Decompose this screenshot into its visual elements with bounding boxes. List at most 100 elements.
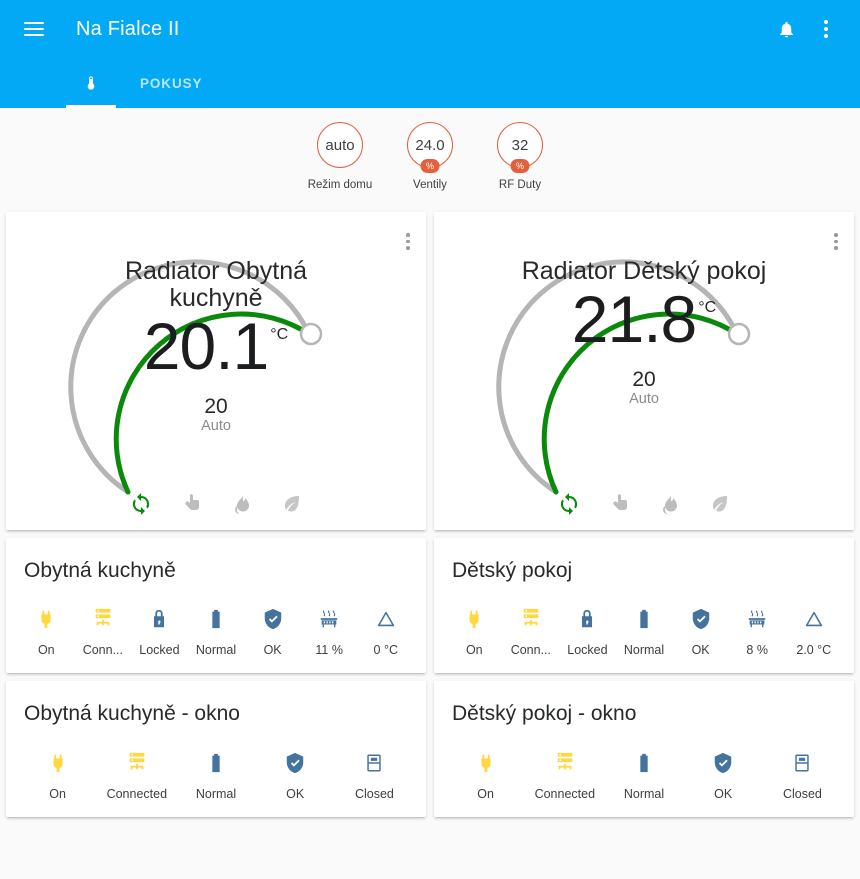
hand-pointing-icon[interactable] [179,492,203,516]
badge-label: RF Duty [498,179,542,191]
glance-item-label: OK [286,786,305,801]
tab-pokusy[interactable]: POKUSY [124,58,218,108]
server-network-icon [98,750,175,776]
power-plug-icon [19,750,96,776]
more-vertical-icon [824,17,828,41]
auto-repeat-icon[interactable] [129,492,153,516]
glance-item-radiator[interactable]: 11 % [301,606,358,657]
hand-pointing-icon[interactable] [607,492,631,516]
notifications-button[interactable] [766,9,806,49]
badge-row: auto Režim domu 24.0 % Ventily 32 % RF D… [0,108,860,212]
glance-item-label: On [465,643,483,658]
battery-icon [617,606,672,632]
badge-label: Ventily [413,179,447,191]
badge-value: 24.0 [415,136,445,154]
power-plug-icon [447,750,524,776]
glance-card-detsky-pokoj-okno: Dětský pokoj - okno On Connected Normal … [434,681,854,817]
badge-rezim-domu[interactable]: auto Režim domu [303,122,377,192]
bell-icon [779,21,793,37]
glance-item-label: Locked [567,643,608,658]
badge-rf-duty[interactable]: 32 % RF Duty [483,122,557,192]
glance-item-label: On [477,786,494,801]
glance-item-battery[interactable]: Normal [176,750,255,801]
app-bar: Na Fialce II POKUSY [0,0,860,108]
tab-pokusy-label: POKUSY [140,75,203,91]
column-right: Radiator Dětský pokoj 21.8 °C 20 Auto Dě… [434,212,854,817]
glance-item-radiator[interactable]: 8 % [729,606,786,657]
glance-item-label: Normal [623,786,665,801]
thermostat-dial[interactable]: Radiator Obytná kuchyně 20.1 °C 20 Auto [66,230,366,495]
thermostat-card-obytna-kuchyne[interactable]: Radiator Obytná kuchyně 20.1 °C 20 Auto [6,212,426,530]
window-closed-icon [336,750,413,776]
glance-item-connection[interactable]: Conn... [503,606,560,657]
glance-item-label: Locked [139,643,180,658]
glance-item-connection[interactable]: Connected [525,750,604,801]
glance-item-delta[interactable]: 0 °C [357,606,414,657]
dial-handle [727,322,751,346]
glance-item-shield[interactable]: OK [244,606,301,657]
glance-item-label: OK [691,643,710,658]
glance-item-power[interactable]: On [18,606,75,657]
dial-handle [299,322,323,346]
glance-item-label: Conn... [82,643,124,658]
glance-item-label: Normal [195,643,237,658]
glance-item-connection[interactable]: Connected [97,750,176,801]
glance-item-shield[interactable]: OK [256,750,335,801]
tab-thermostat[interactable] [58,58,124,108]
glance-card-title: Obytná kuchyně - okno [24,702,240,726]
glance-items: On Connected Normal OK Closed [446,750,842,801]
hamburger-menu-button[interactable] [14,9,54,49]
lock-icon [132,606,187,632]
thermostat-card-detsky-pokoj[interactable]: Radiator Dětský pokoj 21.8 °C 20 Auto [434,212,854,530]
overflow-menu-button[interactable] [806,9,846,49]
dial-arc [496,259,751,495]
glance-items: On Conn... Locked [18,606,414,657]
glance-item-label: 11 % [315,643,343,658]
glance-item-window[interactable]: Closed [335,750,414,801]
tab-bar: POKUSY [0,58,860,108]
leaf-icon[interactable] [707,492,731,516]
glance-item-shield[interactable]: OK [684,750,763,801]
card-overflow-menu-button[interactable] [834,230,838,253]
glance-item-label: On [49,786,66,801]
badge-value: auto [325,136,355,154]
thermostat-dial[interactable]: Radiator Dětský pokoj 21.8 °C 20 Auto [494,230,794,495]
shield-check-icon [257,750,334,776]
glance-item-battery[interactable]: Normal [604,750,683,801]
glance-item-power[interactable]: On [446,750,525,801]
power-plug-icon [447,606,502,632]
glance-item-delta[interactable]: 2.0 °C [785,606,842,657]
glance-item-connection[interactable]: Conn... [75,606,132,657]
badge-ventily[interactable]: 24.0 % Ventily [393,122,467,192]
radiator-icon [730,606,785,632]
badge-circle: 32 % [497,122,543,173]
glance-item-lock[interactable]: Locked [131,606,188,657]
glance-card-obytna-kuchyne: Obytná kuchyně On Conn... Locked Normal … [6,538,426,674]
glance-item-power[interactable]: On [18,750,97,801]
glance-item-label: Closed [354,786,394,801]
glance-item-window[interactable]: Closed [763,750,842,801]
dial-arc [68,259,323,495]
glance-item-label: Normal [623,643,665,658]
glance-item-battery[interactable]: Normal [616,606,673,657]
mode-icon-row [6,492,426,516]
auto-repeat-icon[interactable] [557,492,581,516]
glance-item-shield[interactable]: OK [672,606,729,657]
glance-items: On Conn... Locked [446,606,842,657]
fire-icon[interactable] [657,492,681,516]
card-overflow-menu-button[interactable] [406,230,410,253]
glance-card-detsky-pokoj: Dětský pokoj On Conn... Locked Normal OK… [434,538,854,674]
battery-icon [177,750,254,776]
mode-icon-row [434,492,854,516]
glance-item-battery[interactable]: Normal [188,606,245,657]
glance-item-label: Normal [195,786,237,801]
page-title: Na Fialce II [76,17,180,40]
glance-item-lock[interactable]: Locked [559,606,616,657]
window-closed-icon [764,750,841,776]
leaf-icon[interactable] [279,492,303,516]
badge-circle: 24.0 % [407,122,453,173]
glance-item-power[interactable]: On [446,606,503,657]
glance-item-label: OK [714,786,733,801]
glance-card-title: Obytná kuchyně [24,559,176,582]
fire-icon[interactable] [229,492,253,516]
